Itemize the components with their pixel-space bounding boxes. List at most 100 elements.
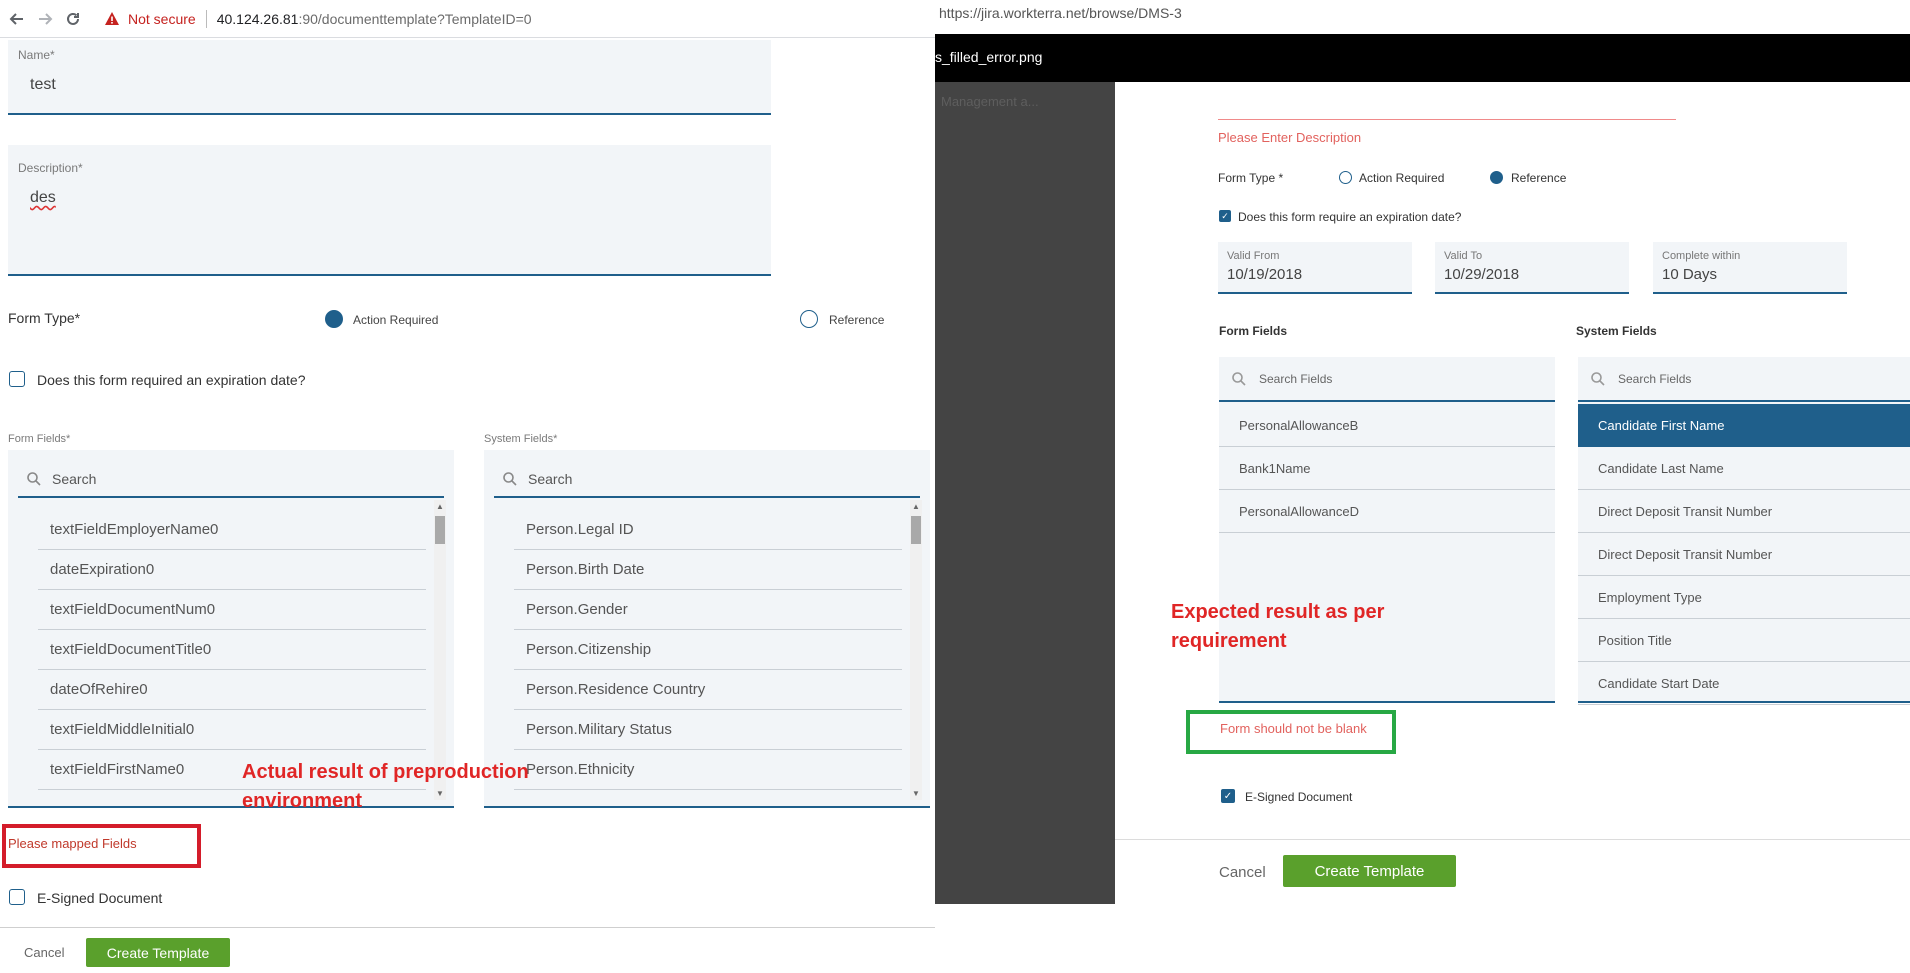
- expected-form-modal: Please Enter Description Form Type * Act…: [1115, 82, 1910, 904]
- footer-divider: [0, 927, 935, 928]
- system-fields-scrollbar[interactable]: ▲ ▼: [910, 500, 922, 800]
- create-template-button[interactable]: Create Template: [1283, 855, 1456, 887]
- list-item[interactable]: Candidate First Name: [1578, 404, 1910, 447]
- list-item[interactable]: dateExpiration0: [38, 550, 426, 590]
- complete-within-field[interactable]: Complete within 10 Days: [1653, 242, 1847, 294]
- radio-action-required[interactable]: [325, 310, 343, 328]
- valid-to-label: Valid To: [1444, 250, 1483, 262]
- radio-reference[interactable]: [800, 310, 818, 328]
- url-host[interactable]: 40.124.26.81: [217, 11, 299, 27]
- valid-to-value: 10/29/2018: [1444, 266, 1520, 283]
- form-blank-error: Form should not be blank: [1220, 721, 1367, 736]
- expiration-checkbox[interactable]: ✓: [1219, 210, 1231, 222]
- list-item[interactable]: Direct Deposit Transit Number: [1578, 490, 1910, 533]
- arrow-right-icon[interactable]: [34, 8, 56, 30]
- cancel-button[interactable]: Cancel: [1219, 864, 1266, 881]
- expiration-checkbox[interactable]: [9, 371, 25, 387]
- footer-divider: [1115, 839, 1910, 840]
- form-fields-search[interactable]: Search: [18, 462, 444, 498]
- description-field-value: des: [30, 189, 56, 206]
- form-fields-search-placeholder: Search Fields: [1259, 371, 1333, 386]
- form-fields-label: Form Fields: [1219, 324, 1288, 338]
- browser-address-bar: Not secure 40.124.26.81 :90/documenttemp…: [0, 0, 935, 38]
- system-fields-label: System Fields*: [484, 433, 558, 445]
- arrow-left-icon[interactable]: [6, 8, 28, 30]
- sidebar-ghost-text: Management a...: [941, 94, 1039, 109]
- form-fields-scrollbar[interactable]: ▲ ▼: [434, 500, 446, 800]
- address-divider: [205, 9, 207, 28]
- list-item[interactable]: Person.Ethnicity: [514, 750, 902, 790]
- create-template-button[interactable]: Create Template: [86, 938, 230, 967]
- name-field[interactable]: Name* test: [8, 40, 771, 115]
- list-item[interactable]: Person.Citizenship: [514, 630, 902, 670]
- system-fields-list: Search Fields Candidate First Name Candid…: [1578, 357, 1910, 705]
- esigned-checkbox[interactable]: ✓: [1221, 789, 1235, 803]
- system-fields-search-placeholder: Search: [528, 471, 573, 487]
- list-item[interactable]: dateOfRehire0: [38, 670, 426, 710]
- scrollbar-thumb[interactable]: [911, 516, 921, 544]
- esigned-checkbox[interactable]: [9, 889, 25, 905]
- system-fields-search[interactable]: Search Fields: [1578, 357, 1910, 402]
- list-item[interactable]: Person.Birth Date: [514, 550, 902, 590]
- search-icon: [1591, 371, 1605, 386]
- list-item[interactable]: textFieldDocumentNum0: [38, 590, 426, 630]
- list-item[interactable]: textFieldDocumentTitle0: [38, 630, 426, 670]
- annotation-line-2: requirement: [1171, 630, 1287, 652]
- esigned-checkbox-label: E-Signed Document: [37, 890, 163, 906]
- valid-to-field[interactable]: Valid To 10/29/2018: [1435, 242, 1629, 294]
- list-item[interactable]: Candidate Last Name: [1578, 447, 1910, 490]
- form-fields-search[interactable]: Search Fields: [1219, 357, 1555, 402]
- valid-from-value: 10/19/2018: [1227, 266, 1303, 283]
- list-item[interactable]: Person.Legal ID: [514, 510, 902, 550]
- radio-reference-label: Reference: [1511, 171, 1567, 185]
- url-path[interactable]: :90/documenttemplate?TemplateID=0: [298, 11, 531, 27]
- radio-reference-label: Reference: [829, 313, 885, 327]
- form-fields-search-placeholder: Search: [52, 471, 97, 487]
- list-item[interactable]: Employment Type: [1578, 576, 1910, 619]
- list-item[interactable]: textFieldMiddleInitial0: [38, 710, 426, 750]
- jira-url[interactable]: https://jira.workterra.net/browse/DMS-3: [939, 5, 1182, 21]
- list-item[interactable]: Position Title: [1578, 619, 1910, 662]
- system-fields-search[interactable]: Search: [494, 462, 920, 498]
- list-item[interactable]: Person.Military Status: [514, 710, 902, 750]
- valid-from-field[interactable]: Valid From 10/19/2018: [1218, 242, 1412, 294]
- actual-result-annotation: Actual result of preproduction environme…: [242, 758, 529, 816]
- search-icon: [27, 472, 41, 486]
- annotation-line-2: environment: [242, 790, 363, 812]
- list-item[interactable]: Candidate Start Date: [1578, 662, 1910, 705]
- description-field-label: Description*: [18, 161, 83, 175]
- name-field-label: Name*: [18, 48, 55, 62]
- description-input[interactable]: [1218, 82, 1676, 120]
- preproduction-screenshot: Not secure 40.124.26.81 :90/documenttemp…: [0, 0, 935, 973]
- description-field[interactable]: Description* des: [8, 145, 771, 276]
- form-fields-list: Search textFieldEmployerName0 dateExpirat…: [8, 450, 454, 808]
- scroll-up-icon[interactable]: ▲: [912, 502, 920, 511]
- reload-icon[interactable]: [62, 8, 84, 30]
- scroll-down-icon[interactable]: ▼: [912, 789, 920, 798]
- attachment-title-bar: s_filled_error.png: [935, 34, 1910, 82]
- overlay-background: Management a...: [935, 82, 1115, 904]
- list-item[interactable]: Person.Residence Country: [514, 670, 902, 710]
- scrollbar-thumb[interactable]: [435, 516, 445, 544]
- description-error: Please Enter Description: [1218, 130, 1362, 145]
- search-icon: [1232, 371, 1246, 386]
- form-type-label: Form Type*: [8, 310, 81, 326]
- radio-action-required[interactable]: [1339, 171, 1352, 184]
- form-fields-items: textFieldEmployerName0 dateExpiration0 tex…: [28, 510, 426, 790]
- annotation-line-1: Expected result as per: [1171, 601, 1385, 623]
- system-fields-search-placeholder: Search Fields: [1618, 371, 1692, 386]
- radio-reference[interactable]: [1490, 171, 1503, 184]
- list-item[interactable]: textFieldEmployerName0: [38, 510, 426, 550]
- list-item[interactable]: PersonalAllowanceB: [1219, 404, 1555, 447]
- attachment-filename: s_filled_error.png: [935, 49, 1043, 65]
- list-item[interactable]: Bank1Name: [1219, 447, 1555, 490]
- radio-action-required-label: Action Required: [1359, 171, 1445, 185]
- annotation-line-1: Actual result of preproduction: [242, 761, 529, 783]
- scroll-up-icon[interactable]: ▲: [436, 502, 444, 511]
- list-item[interactable]: PersonalAllowanceD: [1219, 490, 1555, 533]
- list-item[interactable]: Direct Deposit Transit Number: [1578, 533, 1910, 576]
- not-secure-label[interactable]: Not secure: [128, 11, 196, 27]
- esigned-checkbox-label: E-Signed Document: [1245, 790, 1353, 804]
- list-item[interactable]: Person.Gender: [514, 590, 902, 630]
- cancel-button[interactable]: Cancel: [24, 945, 64, 960]
